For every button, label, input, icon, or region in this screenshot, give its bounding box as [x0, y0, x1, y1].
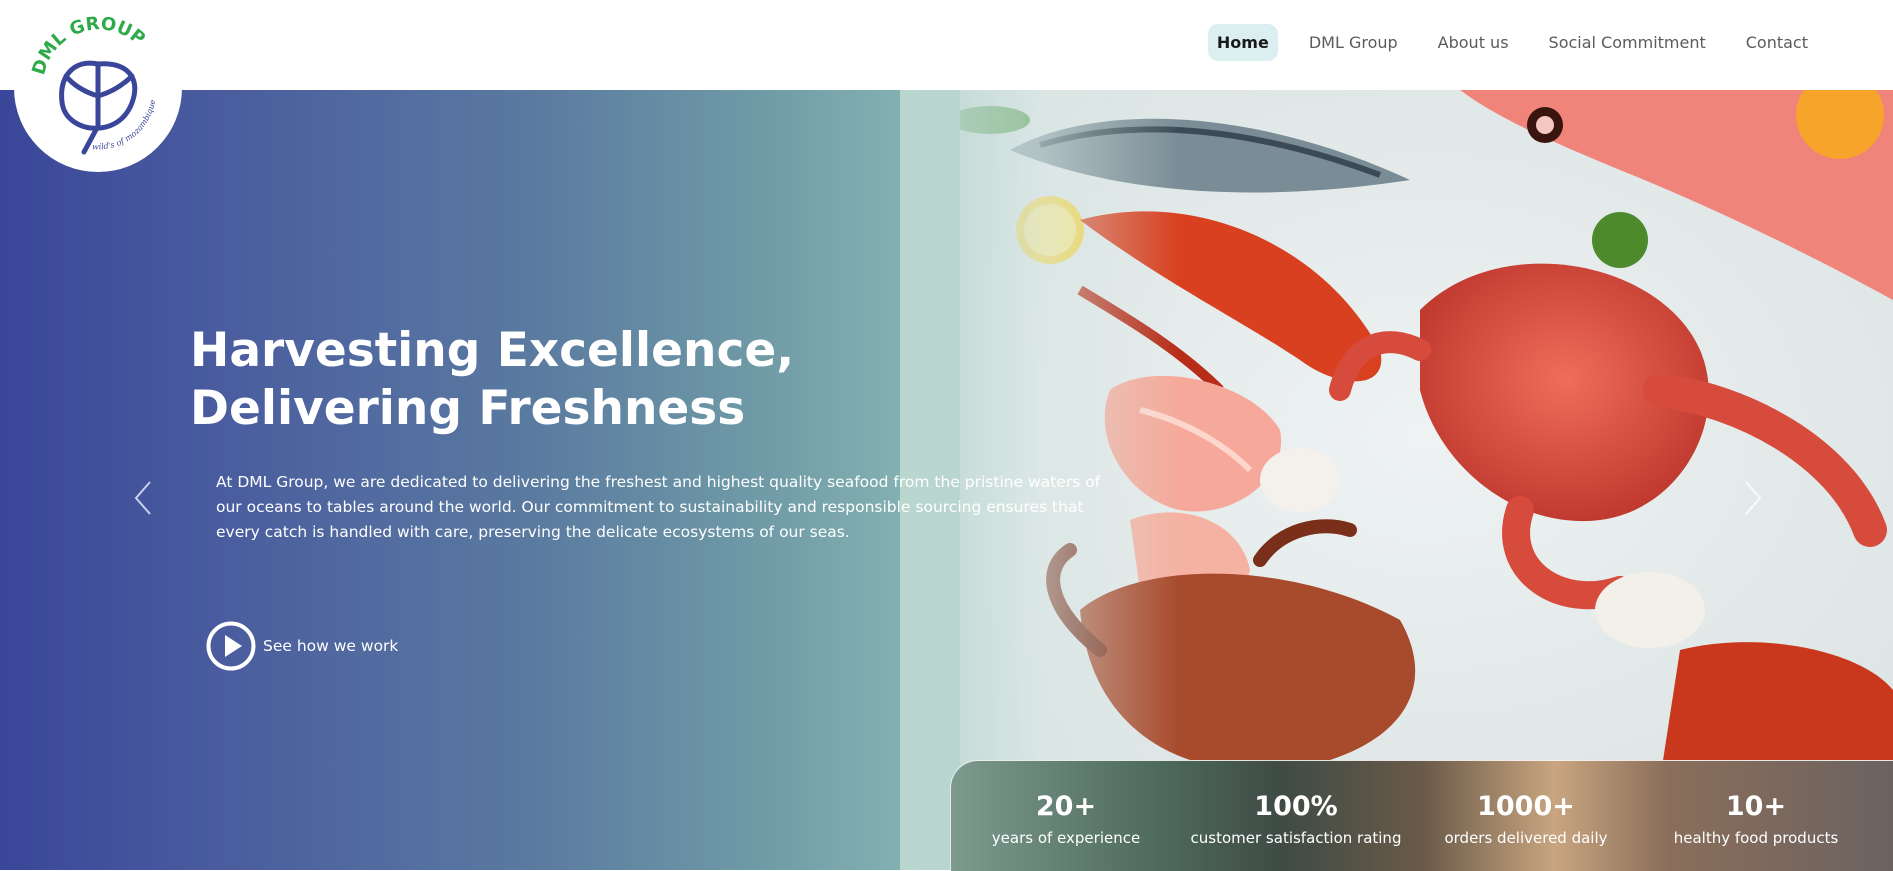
stat-label: customer satisfaction rating	[1190, 829, 1402, 847]
play-icon	[206, 621, 256, 671]
stat-satisfaction: 100% customer satisfaction rating	[1181, 761, 1411, 871]
stat-value: 1000+	[1477, 791, 1575, 822]
stat-label: years of experience	[991, 829, 1141, 847]
hero-banner: Harvesting Excellence, Delivering Freshn…	[0, 90, 1893, 870]
logo-wordmark: DML GROUP	[28, 13, 149, 77]
hero-description: At DML Group, we are dedicated to delive…	[216, 473, 1101, 541]
stat-value: 20+	[1035, 791, 1097, 822]
stat-value: 10+	[1725, 791, 1787, 822]
hero-title: Harvesting Excellence, Delivering Freshn…	[190, 323, 795, 436]
carousel-next-button[interactable]	[1738, 476, 1768, 520]
stat-label: orders delivered daily	[1444, 829, 1608, 847]
stat-products: 10+ healthy food products	[1641, 761, 1871, 871]
site-header: Home DML Group About us Social Commitmen…	[0, 0, 1893, 90]
nav-item-dml-group[interactable]: DML Group	[1300, 24, 1407, 61]
stat-value: 100%	[1254, 791, 1338, 822]
stat-orders: 1000+ orders delivered daily	[1411, 761, 1641, 871]
main-nav: Home DML Group About us Social Commitmen…	[1197, 22, 1893, 62]
carousel-prev-button[interactable]	[128, 476, 158, 520]
svg-text:DML GROUP: DML GROUP	[28, 13, 149, 77]
chevron-right-icon	[1745, 481, 1762, 515]
nav-item-contact[interactable]: Contact	[1737, 24, 1817, 61]
logo[interactable]: DML GROUP wild's of mozambique	[14, 4, 182, 172]
svg-text:wild's of mozambique: wild's of mozambique	[92, 99, 158, 152]
dml-group-logo-icon: DML GROUP wild's of mozambique	[28, 13, 158, 155]
chevron-left-icon	[134, 481, 151, 515]
nav-item-about-us[interactable]: About us	[1429, 24, 1518, 61]
see-how-we-work-button[interactable]: See how we work	[205, 620, 398, 672]
stat-label: healthy food products	[1673, 829, 1839, 847]
nav-item-home[interactable]: Home	[1207, 23, 1278, 61]
stats-panel: 20+ years of experience 100% customer sa…	[950, 760, 1893, 871]
nav-item-social-commitment[interactable]: Social Commitment	[1540, 24, 1715, 61]
see-how-we-work-label: See how we work	[263, 637, 399, 655]
logo-tagline: wild's of mozambique	[92, 99, 158, 152]
stat-experience: 20+ years of experience	[951, 761, 1181, 871]
